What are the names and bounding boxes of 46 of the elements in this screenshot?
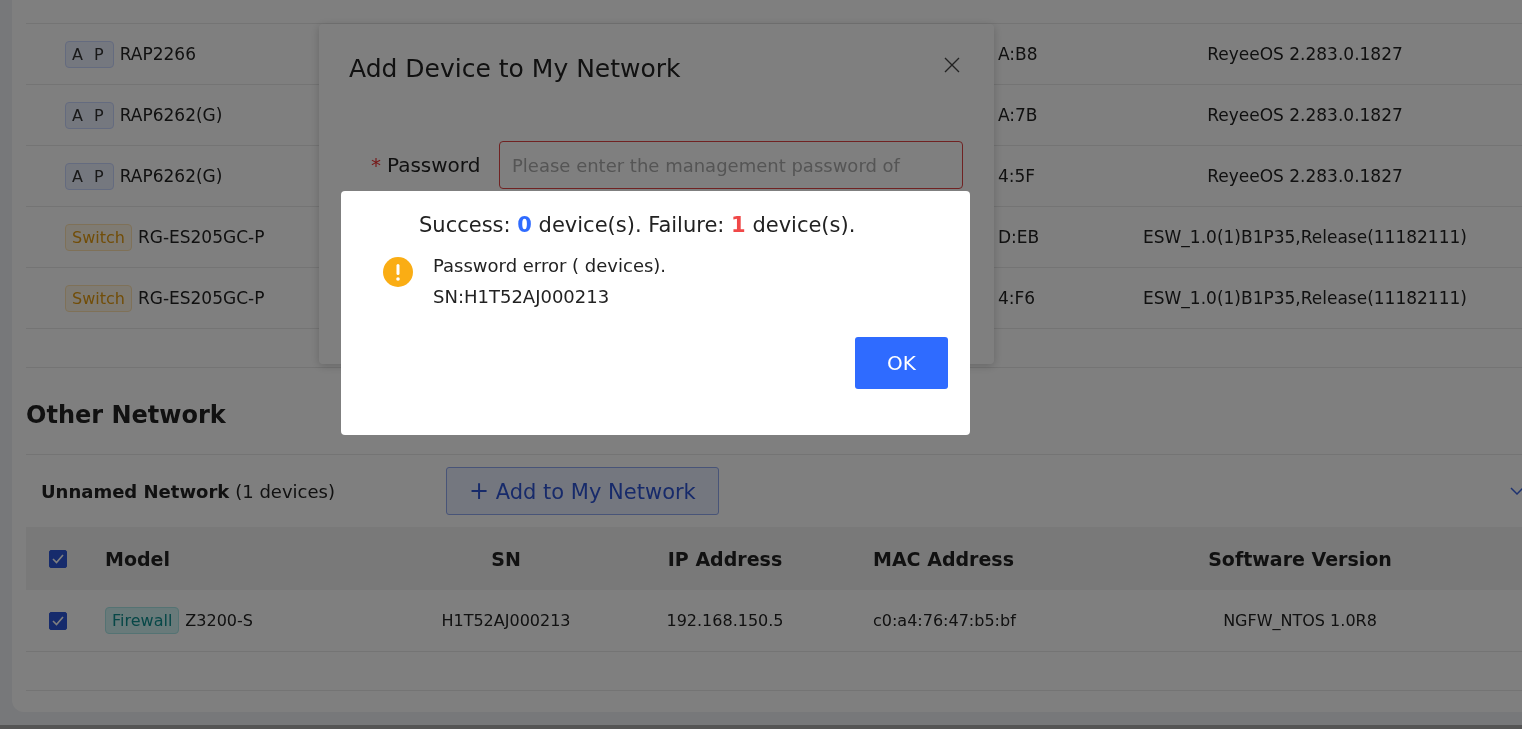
chevron-down-icon[interactable]	[1510, 487, 1522, 496]
software-version-text: ReyeeOS 2.283.0.1827	[1207, 44, 1403, 64]
model-text: RAP6262(G)	[119, 105, 223, 125]
column-header: SN	[491, 547, 521, 570]
serial-number-text: SN:H1T52AJ000213	[433, 286, 611, 307]
warning-icon	[383, 257, 413, 287]
error-message: Password error ( devices).	[433, 255, 667, 276]
column-header: Model	[105, 547, 170, 570]
software-version-text: ESW_1.0(1)B1P35,Release(11182111)	[1143, 227, 1467, 247]
result-summary: Success: 0 device(s). Failure: 1 device(s).	[418, 213, 857, 237]
model-text: RG-ES205GC-P	[137, 288, 265, 308]
mac-address-text: A:B8	[998, 44, 1038, 64]
device-type-tag: Switch	[65, 223, 132, 251]
network-name: Unnamed Network	[41, 480, 230, 502]
table-cell: H1T52AJ000213	[441, 611, 571, 630]
table-cell: c0:a4:76:47:b5:bf	[873, 611, 1016, 630]
select-all-checkbox[interactable]	[49, 549, 67, 568]
mac-address-text: 4:F6	[998, 288, 1036, 308]
mac-address-text: A:7B	[998, 105, 1038, 125]
column-header: MAC Address	[873, 547, 1014, 570]
model-text: RAP6262(G)	[119, 166, 223, 186]
mac-address-text: 4:5F	[998, 166, 1036, 186]
model-text: RAP2266	[119, 44, 196, 64]
table-cell: NGFW_NTOS 1.0R8	[1223, 611, 1377, 630]
dialog-title: Add Device to My Network	[349, 54, 681, 83]
software-version-text: ReyeeOS 2.283.0.1827	[1207, 166, 1403, 186]
device-type-tag: A P	[65, 162, 114, 190]
row-checkbox[interactable]	[49, 611, 67, 630]
device-type-tag: A P	[65, 101, 114, 129]
close-icon[interactable]	[944, 56, 960, 73]
required-mark: *	[371, 153, 381, 177]
software-version-text: ReyeeOS 2.283.0.1827	[1207, 105, 1403, 125]
software-version-text: ESW_1.0(1)B1P35,Release(11182111)	[1143, 288, 1467, 308]
column-header: IP Address	[667, 547, 783, 570]
column-header: Software Version	[1208, 547, 1392, 570]
device-type-tag: Switch	[65, 284, 132, 312]
device-type-tag: Firewall	[105, 607, 180, 634]
password-label: Password	[387, 153, 481, 177]
device-count: (1 devices)	[235, 480, 335, 502]
device-type-tag: A P	[65, 40, 114, 68]
add-to-network-button[interactable]: + Add to My Network	[446, 467, 719, 515]
ok-button[interactable]: OK	[855, 337, 948, 389]
table-cell: 192.168.150.5	[666, 611, 784, 630]
model-text: Z3200-S	[185, 611, 253, 630]
model-text: RG-ES205GC-P	[137, 227, 265, 247]
mac-address-text: D:EB	[998, 227, 1040, 247]
